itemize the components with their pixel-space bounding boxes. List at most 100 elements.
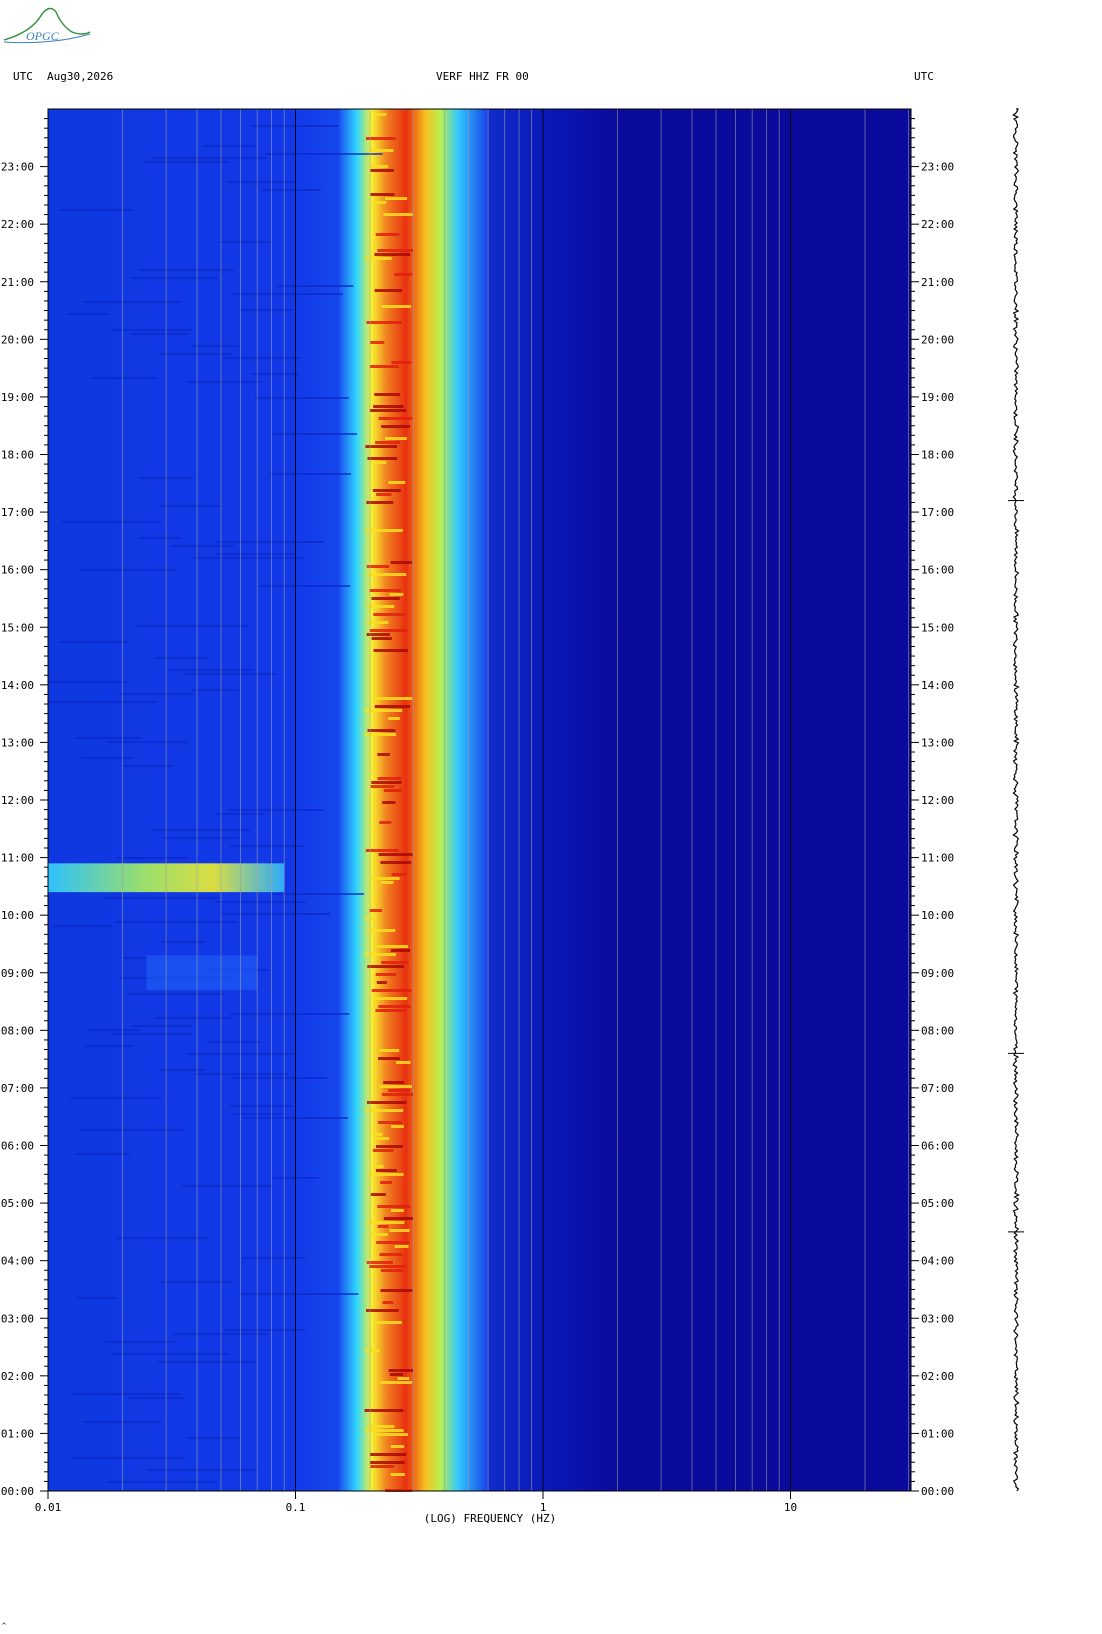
background-texture-row (127, 993, 225, 995)
band-texture-row (383, 1081, 404, 1084)
background-texture-row (76, 737, 143, 739)
x-tick-label: 10 (784, 1501, 797, 1514)
band-texture-row (370, 193, 395, 196)
band-texture-row (374, 393, 401, 396)
y-tick-label-left: 20:00 (1, 333, 34, 346)
band-texture-row (368, 1425, 395, 1428)
band-texture-row (372, 201, 387, 204)
background-texture-row (160, 505, 221, 507)
band-texture-row (371, 989, 412, 992)
band-texture-row (373, 613, 406, 616)
background-texture-row (78, 569, 177, 571)
band-texture-row (390, 561, 413, 564)
band-texture-row (365, 529, 403, 532)
background-texture-row (214, 901, 306, 903)
band-texture-row (394, 273, 413, 276)
band-texture-row (378, 853, 413, 856)
y-tick-label-right: 22:00 (921, 218, 954, 231)
background-texture-row (130, 333, 189, 335)
background-texture-row (138, 537, 181, 539)
band-texture-row (372, 1133, 383, 1136)
background-texture-row (123, 765, 172, 767)
y-tick-label-right: 04:00 (921, 1255, 954, 1268)
band-texture-row (375, 441, 401, 444)
y-tick-label-left: 02:00 (1, 1370, 34, 1383)
y-tick-label-right: 23:00 (921, 161, 954, 174)
background-texture-row (71, 1393, 182, 1395)
background-texture-row (274, 893, 364, 895)
band-texture-row (394, 1245, 409, 1248)
y-tick-label-left: 03:00 (1, 1312, 34, 1325)
band-texture-row (375, 973, 396, 976)
band-texture-row (379, 1253, 403, 1256)
band-texture-row (390, 1473, 405, 1476)
background-texture-row (111, 1033, 191, 1035)
background-texture-row (225, 1329, 305, 1331)
band-texture-row (377, 777, 402, 780)
background-texture-row (240, 1293, 359, 1295)
band-texture-row (370, 169, 394, 172)
band-texture-row (378, 1005, 411, 1008)
background-texture-row (104, 1341, 175, 1343)
background-texture-row (138, 269, 234, 271)
y-tick-label-right: 14:00 (921, 679, 954, 692)
background-texture-row (131, 277, 219, 279)
background-texture-row (239, 309, 294, 311)
band-texture-row (374, 289, 403, 292)
band-texture-row (375, 1009, 407, 1012)
band-texture-row (377, 1205, 411, 1208)
band-texture-row (373, 649, 408, 652)
band-texture-row (369, 589, 401, 592)
y-tick-label-right: 09:00 (921, 967, 954, 980)
band-texture-row (366, 1221, 405, 1224)
background-texture-row (144, 161, 229, 163)
band-texture-row (381, 961, 409, 964)
y-tick-label-right: 10:00 (921, 909, 954, 922)
y-tick-label-left: 14:00 (1, 679, 34, 692)
band-texture-row (380, 881, 394, 884)
y-tick-label-left: 17:00 (1, 506, 34, 519)
band-texture-row (371, 637, 392, 640)
background-texture-row (162, 941, 205, 943)
band-texture-row (379, 821, 392, 824)
y-tick-label-left: 06:00 (1, 1140, 34, 1153)
background-texture-row (116, 1237, 208, 1239)
background-texture-row (48, 701, 157, 703)
background-texture-row (82, 1421, 161, 1423)
background-texture-row (229, 1013, 350, 1015)
y-tick-label-left: 23:00 (1, 161, 34, 174)
seismogram-trace (1008, 108, 1024, 1492)
y-tick-label-right: 19:00 (921, 391, 954, 404)
y-tick-label-right: 00:00 (921, 1485, 954, 1498)
background-texture-row (110, 1353, 228, 1355)
band-texture-row (387, 717, 400, 720)
y-tick-label-left: 16:00 (1, 564, 34, 577)
background-texture-row (219, 241, 271, 243)
background-texture-row (220, 913, 330, 915)
band-texture-row (375, 1169, 397, 1172)
band-texture-row (391, 1125, 404, 1128)
band-texture-row (389, 1229, 410, 1232)
band-texture-row (376, 1145, 403, 1148)
y-tick-label-left: 05:00 (1, 1197, 34, 1210)
band-texture-row (365, 137, 396, 140)
y-tick-label-right: 18:00 (921, 449, 954, 462)
band-texture-row (376, 493, 392, 496)
y-tick-label-left: 15:00 (1, 621, 34, 634)
band-texture-row (389, 593, 404, 596)
band-texture-row (369, 365, 400, 368)
band-texture-row (369, 1265, 407, 1268)
band-texture-row (373, 405, 404, 408)
background-texture-row (86, 1029, 139, 1031)
background-texture-row (118, 693, 194, 695)
y-tick-label-left: 04:00 (1, 1255, 34, 1268)
background-texture-row (206, 1041, 261, 1043)
band-texture-row (369, 165, 389, 168)
band-texture-row (370, 341, 385, 344)
band-texture-row (365, 1429, 404, 1432)
band-texture-row (379, 1085, 413, 1088)
band-texture-row (379, 1049, 400, 1052)
band-texture-row (373, 113, 387, 116)
band-texture-row (366, 321, 402, 324)
y-tick-label-right: 21:00 (921, 276, 954, 289)
